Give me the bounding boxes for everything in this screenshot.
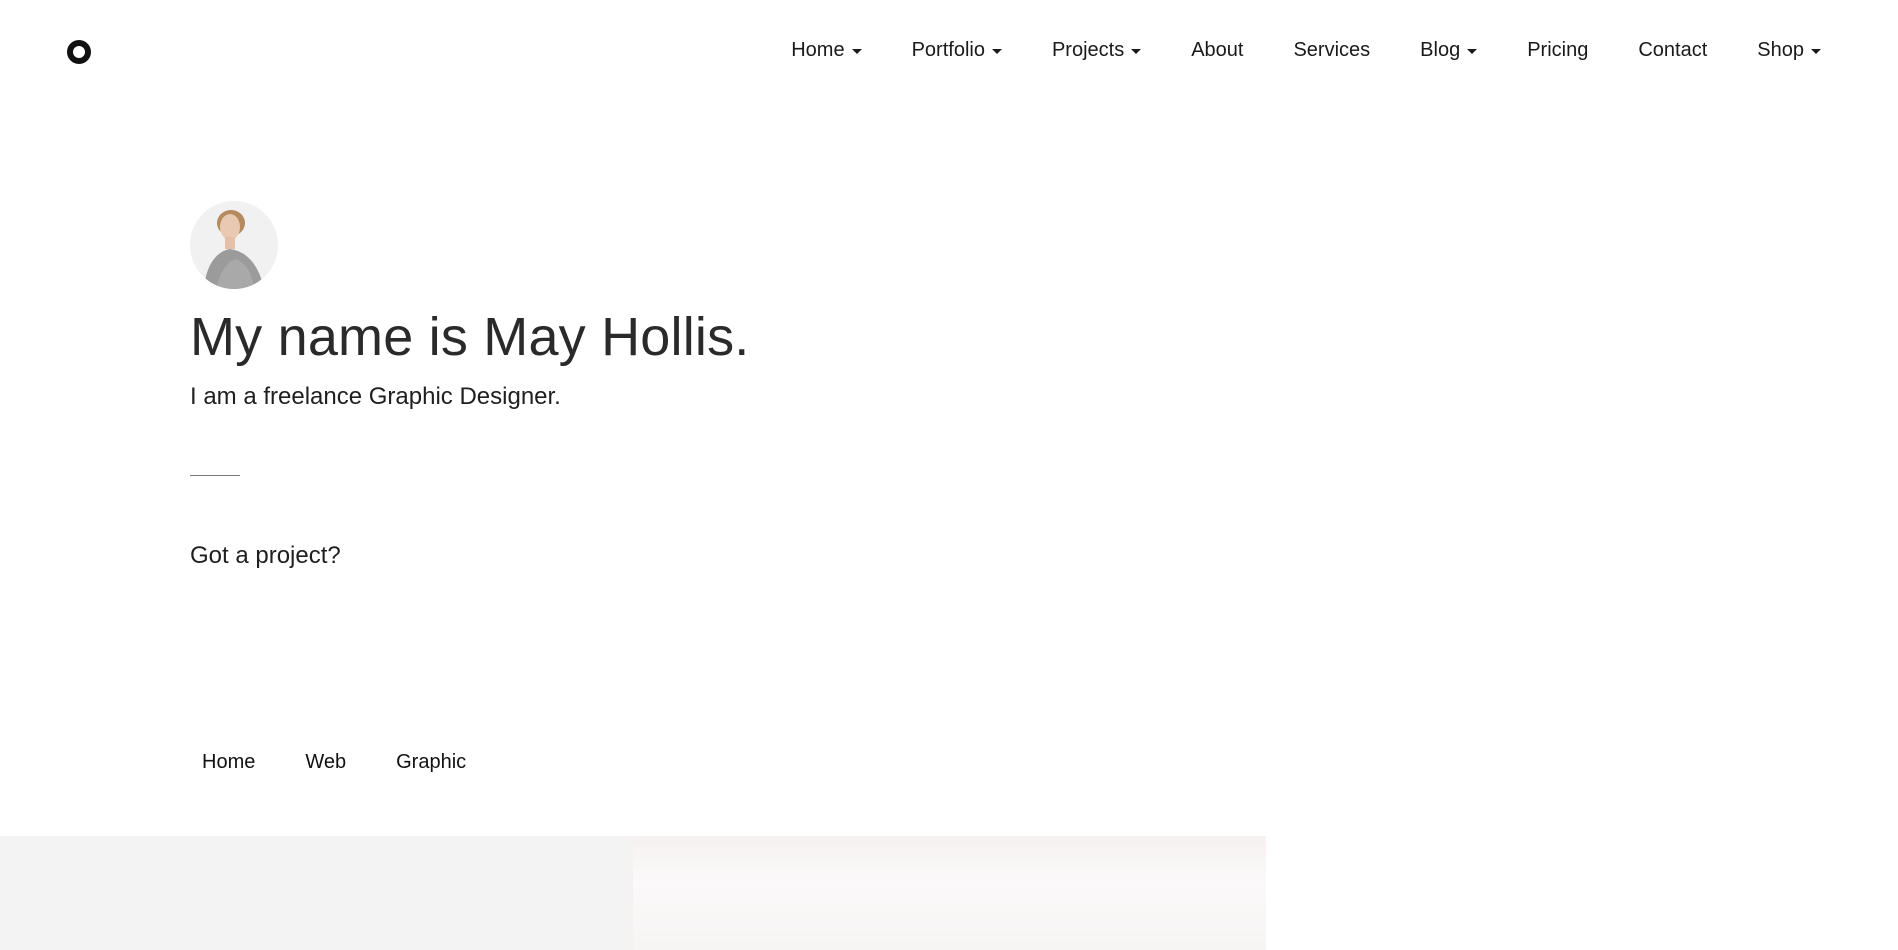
- filter-tab-home[interactable]: Home: [190, 745, 267, 780]
- nav-item-home[interactable]: Home: [791, 38, 862, 62]
- nav-item-contact[interactable]: Contact: [1638, 39, 1707, 62]
- page: Home Portfolio Projects About Services B…: [0, 0, 1898, 950]
- site-header: Home Portfolio Projects About Services B…: [0, 0, 1898, 100]
- nav-item-blog[interactable]: Blog: [1420, 38, 1478, 62]
- divider: [190, 475, 240, 476]
- nav-item-label: Blog: [1420, 38, 1461, 61]
- nav-item-pricing[interactable]: Pricing: [1527, 39, 1588, 62]
- portfolio-tile[interactable]: [633, 836, 1266, 950]
- caret-down-icon: [851, 48, 862, 54]
- portfolio-filters: Home Web Graphic: [190, 745, 504, 780]
- filter-tab-graphic[interactable]: Graphic: [384, 745, 478, 780]
- main-nav: Home Portfolio Projects About Services B…: [791, 0, 1821, 100]
- nav-item-about[interactable]: About: [1191, 39, 1243, 62]
- ring-logo-icon[interactable]: [67, 40, 91, 64]
- nav-item-label: About: [1191, 38, 1244, 61]
- portfolio-tile[interactable]: [0, 836, 633, 950]
- nav-item-label: Projects: [1051, 38, 1125, 61]
- nav-item-label: Services: [1293, 38, 1371, 61]
- nav-item-label: Shop: [1757, 38, 1804, 61]
- nav-item-shop[interactable]: Shop: [1757, 39, 1821, 62]
- caret-down-icon: [1811, 48, 1821, 54]
- hero-subtitle: I am a freelance Graphic Designer.: [190, 383, 561, 410]
- nav-item-portfolio[interactable]: Portfolio: [912, 39, 1002, 62]
- nav-item-label: Portfolio: [911, 38, 985, 61]
- nav-item-label: Pricing: [1527, 38, 1589, 61]
- caret-down-icon: [1131, 48, 1142, 54]
- portfolio-grid: [0, 836, 1266, 950]
- caret-down-icon: [991, 48, 1002, 54]
- project-cta-link[interactable]: Got a project?: [190, 542, 341, 570]
- page-title: My name is May Hollis.: [190, 307, 750, 367]
- nav-item-label: Home: [791, 38, 845, 61]
- avatar-portrait-icon: [190, 201, 278, 289]
- nav-item-services[interactable]: Services: [1293, 39, 1370, 62]
- nav-item-projects[interactable]: Projects: [1051, 38, 1142, 62]
- filter-tab-web[interactable]: Web: [293, 745, 358, 780]
- avatar: [190, 201, 278, 289]
- caret-down-icon: [1467, 48, 1478, 54]
- nav-item-label: Contact: [1638, 38, 1708, 61]
